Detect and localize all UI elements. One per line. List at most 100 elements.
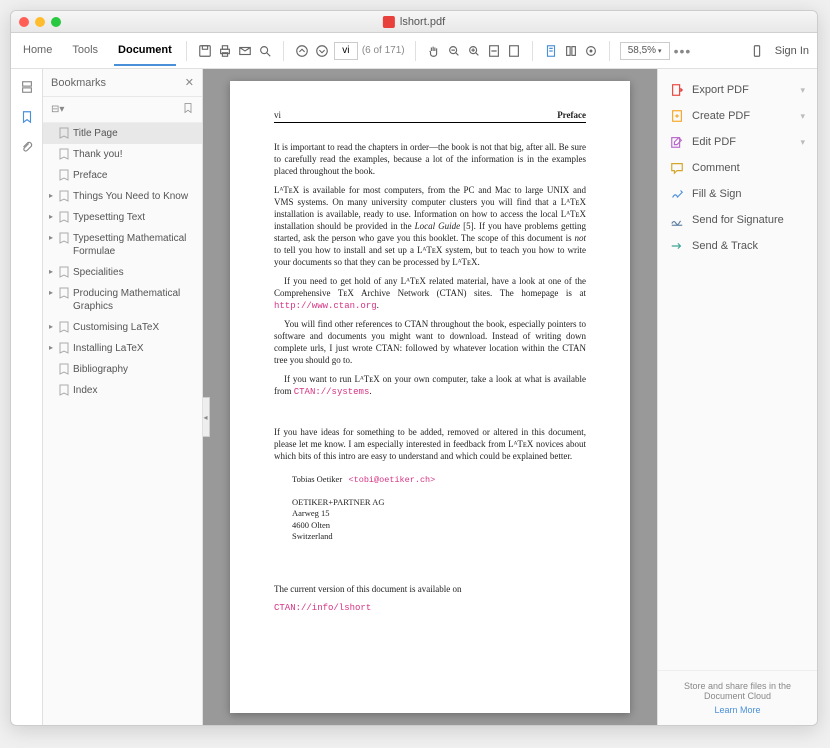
bookmark-icon xyxy=(59,321,69,333)
expand-icon[interactable]: ▸ xyxy=(47,343,55,353)
bookmark-item[interactable]: ▸ Typesetting Mathematical Formulae xyxy=(43,228,202,262)
ctan-systems-link[interactable]: CTAN://systems xyxy=(294,387,370,397)
bookmark-item[interactable]: Title Page xyxy=(43,123,202,144)
close-icon[interactable]: ✕ xyxy=(185,76,194,89)
tab-home[interactable]: Home xyxy=(19,44,56,57)
bookmark-label: Installing LaTeX xyxy=(73,342,196,355)
bookmark-item[interactable]: ▸Customising LaTeX xyxy=(43,317,202,338)
chevron-down-icon: ▾ xyxy=(800,137,805,148)
tab-tools[interactable]: Tools xyxy=(68,44,102,57)
author-block: Tobias Oetiker <tobi@oetiker.ch> xyxy=(292,474,586,486)
page-input[interactable] xyxy=(334,42,358,60)
bookmark-label: Title Page xyxy=(73,127,196,140)
bookmark-icon xyxy=(59,211,69,223)
save-icon[interactable] xyxy=(197,43,213,59)
thumbnails-icon[interactable] xyxy=(19,79,35,95)
expand-icon[interactable]: ▸ xyxy=(47,212,55,222)
separator xyxy=(283,41,284,61)
tool-label: Fill & Sign xyxy=(692,188,742,200)
bookmark-icon xyxy=(59,148,69,160)
zoom-select[interactable]: 58,5%▾ xyxy=(620,42,670,60)
bookmark-label: Typesetting Mathematical Formulae xyxy=(73,232,196,258)
tool-item[interactable]: Export PDF▾ xyxy=(658,77,817,103)
bookmark-item[interactable]: ▸ Producing Mathematical Graphics xyxy=(43,283,202,317)
tool-label: Export PDF xyxy=(692,84,749,96)
expand-icon[interactable]: ▸ xyxy=(47,191,55,201)
zoom-out-icon[interactable] xyxy=(446,43,462,59)
cloud-promo: Store and share files in the Document Cl… xyxy=(658,670,817,725)
page-section: Preface xyxy=(557,109,586,121)
bookmark-icon xyxy=(59,127,69,139)
fit-width-icon[interactable] xyxy=(486,43,502,59)
tool-item[interactable]: Comment xyxy=(658,155,817,181)
learn-more-link[interactable]: Learn More xyxy=(668,705,807,715)
fit-page-icon[interactable] xyxy=(506,43,522,59)
page-up-icon[interactable] xyxy=(294,43,310,59)
collapse-handle[interactable]: ◂ xyxy=(203,397,210,437)
tools-list: Export PDF▾Create PDF▾Edit PDF▾CommentFi… xyxy=(658,69,817,267)
ctan-link[interactable]: http://www.ctan.org xyxy=(274,301,377,311)
lshort-link[interactable]: CTAN://info/lshort xyxy=(274,603,371,613)
bookmark-item[interactable]: Preface xyxy=(43,165,202,186)
minimize-button[interactable] xyxy=(35,17,45,27)
mail-icon[interactable] xyxy=(237,43,253,59)
attachments-icon[interactable] xyxy=(19,139,35,155)
close-button[interactable] xyxy=(19,17,29,27)
tool-item[interactable]: Send & Track xyxy=(658,233,817,259)
sign-in-link[interactable]: Sign In xyxy=(775,45,809,57)
zoom-in-icon[interactable] xyxy=(466,43,482,59)
bookmark-item[interactable]: Bibliography xyxy=(43,359,202,380)
bookmark-item[interactable]: Thank you! xyxy=(43,144,202,165)
tool-icon xyxy=(670,83,684,97)
select-tool-icon[interactable] xyxy=(543,43,559,59)
page-down-icon[interactable] xyxy=(314,43,330,59)
bookmark-options-icon[interactable]: ⊟▾ xyxy=(51,104,64,115)
page-text: If you need to get hold of any LᴬTᴇX rel… xyxy=(274,275,586,312)
bookmark-icon xyxy=(59,342,69,354)
tool-icon xyxy=(670,161,684,175)
main-tabs: Home Tools Document xyxy=(19,44,176,57)
bookmark-icon xyxy=(59,266,69,278)
bookmark-item[interactable]: ▸Specialities xyxy=(43,262,202,283)
bookmark-item[interactable]: ▸Typesetting Text xyxy=(43,207,202,228)
tool-item[interactable]: Edit PDF▾ xyxy=(658,129,817,155)
maximize-button[interactable] xyxy=(51,17,61,27)
expand-icon[interactable]: ▸ xyxy=(47,267,55,277)
bookmark-icon xyxy=(59,363,69,375)
bookmark-item[interactable]: ▸Things You Need to Know xyxy=(43,186,202,207)
bookmark-item[interactable]: ▸ Installing LaTeX xyxy=(43,338,202,359)
bookmarks-icon[interactable] xyxy=(19,109,35,125)
hand-tool-icon[interactable] xyxy=(426,43,442,59)
mobile-icon[interactable] xyxy=(749,43,765,59)
bookmark-icon xyxy=(59,384,69,396)
tool-item[interactable]: Fill & Sign xyxy=(658,181,817,207)
page-display-icon[interactable] xyxy=(563,43,579,59)
page-text: You will find other references to CTAN t… xyxy=(274,318,586,367)
bookmark-icon xyxy=(59,287,69,299)
document-area[interactable]: ◂ vi Preface It is important to read the… xyxy=(203,69,657,725)
bookmark-item[interactable]: Index xyxy=(43,380,202,401)
page-text: LᴬTᴇX is available for most computers, f… xyxy=(274,184,586,269)
expand-icon[interactable]: ▸ xyxy=(47,288,55,298)
new-bookmark-icon[interactable] xyxy=(182,102,194,117)
bookmarks-list: Title Page Thank you!Preface▸Things You N… xyxy=(43,123,202,725)
address-block: OETIKER+PARTNER AG Aarweg 15 4600 Olten … xyxy=(292,497,586,543)
page-count: (6 of 171) xyxy=(362,45,405,56)
tool-label: Send for Signature xyxy=(692,214,784,226)
separator xyxy=(186,41,187,61)
tool-item[interactable]: Create PDF▾ xyxy=(658,103,817,129)
author-email[interactable]: <tobi@oetiker.ch> xyxy=(349,475,436,485)
bookmark-label: Bibliography xyxy=(73,363,196,376)
print-icon[interactable] xyxy=(217,43,233,59)
bookmark-label: Producing Mathematical Graphics xyxy=(73,287,196,313)
expand-icon[interactable]: ▸ xyxy=(47,233,55,243)
expand-icon[interactable]: ▸ xyxy=(47,322,55,332)
pdf-icon xyxy=(383,16,395,28)
tab-document[interactable]: Document xyxy=(114,44,176,66)
read-mode-icon[interactable] xyxy=(583,43,599,59)
bookmarks-toolbar: ⊟▾ xyxy=(43,97,202,123)
search-icon[interactable] xyxy=(257,43,273,59)
tool-item[interactable]: Send for Signature xyxy=(658,207,817,233)
more-tools-icon[interactable]: ••• xyxy=(674,43,692,59)
bookmark-label: Index xyxy=(73,384,196,397)
